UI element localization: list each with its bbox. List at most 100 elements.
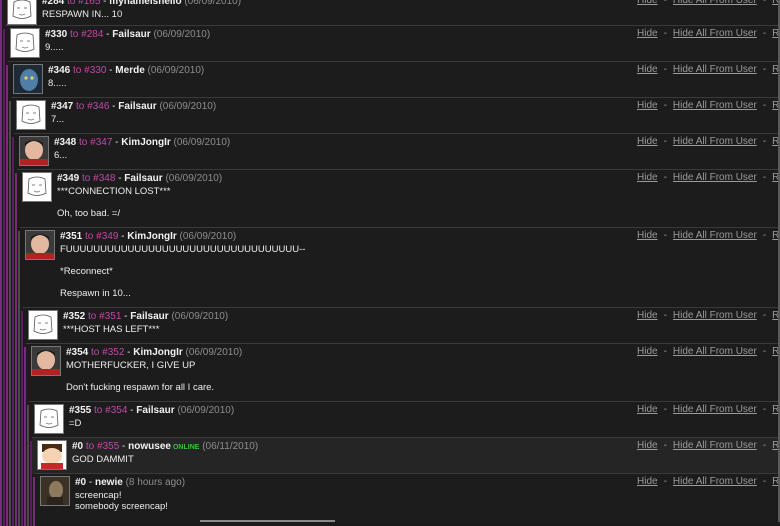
avatar[interactable]	[13, 64, 43, 94]
comment-number[interactable]: #348	[54, 137, 76, 148]
author-name[interactable]: Failsaur	[124, 173, 162, 184]
hide-all-from-user-link[interactable]: Hide All From User	[673, 0, 757, 6]
hide-all-from-user-link[interactable]: Hide All From User	[673, 100, 757, 111]
separator: -	[762, 0, 767, 6]
author-name[interactable]: KimJongIr	[127, 231, 176, 242]
hide-all-from-user-link[interactable]: Hide All From User	[673, 64, 757, 75]
hide-link[interactable]: Hide	[637, 0, 658, 6]
reply-to-link[interactable]: to #349	[82, 231, 118, 242]
separator: -	[663, 0, 667, 6]
hide-link[interactable]: Hide	[637, 28, 658, 39]
author-name[interactable]: KimJongIr	[133, 347, 182, 358]
comment-number[interactable]: #0	[72, 441, 83, 452]
avatar[interactable]	[22, 172, 52, 202]
avatar[interactable]	[19, 136, 49, 166]
hide-link[interactable]: Hide	[637, 172, 658, 183]
hide-all-from-user-link[interactable]: Hide All From User	[673, 476, 757, 487]
comment-row: #0 to #355 - nowusee ONLINE (06/11/2010) G…	[32, 437, 780, 474]
author-name[interactable]: Failsaur	[118, 101, 156, 112]
hide-all-from-user-link[interactable]: Hide All From User	[673, 28, 757, 39]
reply-to-link[interactable]: to #347	[76, 137, 112, 148]
comment-number[interactable]: #355	[69, 405, 91, 416]
hide-all-from-user-link[interactable]: Hide All From User	[673, 404, 757, 415]
avatar[interactable]	[37, 440, 67, 470]
author-name[interactable]: Failsaur	[130, 311, 168, 322]
comment-number[interactable]: #346	[48, 65, 70, 76]
avatar[interactable]	[10, 28, 40, 58]
comment-number[interactable]: #354	[66, 347, 88, 358]
separator: -	[762, 136, 767, 147]
avatar[interactable]	[7, 0, 37, 25]
hide-link[interactable]: Hide	[637, 100, 658, 111]
author-name[interactable]: Failsaur	[112, 29, 150, 40]
comment-date: (06/09/2010)	[159, 101, 217, 112]
hide-link[interactable]: Hide	[637, 404, 658, 415]
comment-number[interactable]: #349	[57, 173, 79, 184]
comment-text-line: ***HOST HAS LEFT***	[63, 324, 160, 335]
reply-to-link[interactable]: to #330	[70, 65, 106, 76]
reply-to-link[interactable]: to #348	[79, 173, 115, 184]
comment-number[interactable]: #347	[51, 101, 73, 112]
hide-link[interactable]: Hide	[637, 310, 658, 321]
hide-link[interactable]: Hide	[637, 230, 658, 241]
reply-to-link[interactable]: to #354	[91, 405, 127, 416]
comment-number[interactable]: #351	[60, 231, 82, 242]
reply-to-link[interactable]: to #352	[88, 347, 124, 358]
hide-link[interactable]: Hide	[637, 440, 658, 451]
separator: -	[663, 346, 667, 357]
hide-all-from-user-link[interactable]: Hide All From User	[673, 346, 757, 357]
comment-number[interactable]: #284	[42, 0, 64, 7]
comment-text-line: 9.....	[45, 42, 64, 53]
avatar[interactable]	[28, 310, 58, 340]
hide-link[interactable]: Hide	[637, 64, 658, 75]
comment-number[interactable]: #0	[75, 477, 86, 488]
reply-to-link[interactable]: to #355	[83, 441, 119, 452]
hide-link[interactable]: Hide	[637, 136, 658, 147]
thread-indent-stripe	[3, 29, 5, 526]
comment-actions: Hide - Hide All From User - R	[637, 346, 779, 357]
hide-all-from-user-link[interactable]: Hide All From User	[673, 230, 757, 241]
separator: -	[762, 346, 767, 357]
author-name[interactable]: Failsaur	[136, 405, 174, 416]
hide-link[interactable]: Hide	[637, 346, 658, 357]
avatar[interactable]	[25, 230, 55, 260]
author-name[interactable]: Merde	[115, 65, 144, 76]
hide-all-from-user-link[interactable]: Hide All From User	[673, 440, 757, 451]
comment-number[interactable]: #352	[63, 311, 85, 322]
hide-link[interactable]: Hide	[637, 476, 658, 487]
hide-all-from-user-link[interactable]: Hide All From User	[673, 172, 757, 183]
comment-actions: Hide - Hide All From User - R	[637, 100, 779, 111]
hide-all-from-user-link[interactable]: Hide All From User	[673, 136, 757, 147]
comment-date: (06/09/2010)	[171, 311, 229, 322]
reply-to-link[interactable]: to #165	[64, 0, 100, 7]
author-name[interactable]: newie	[95, 477, 123, 488]
reply-to-link[interactable]: to #284	[67, 29, 103, 40]
comment-text-line: ***CONNECTION LOST***	[57, 186, 171, 197]
author-name[interactable]: KimJongIr	[121, 137, 170, 148]
avatar[interactable]	[31, 346, 61, 376]
reply-to-link[interactable]: to #346	[73, 101, 109, 112]
comment-number[interactable]: #330	[45, 29, 67, 40]
comment-header: #346 to #330 - Merde (06/09/2010)	[48, 65, 205, 76]
comment-text-line: *Reconnect*	[60, 266, 113, 277]
comment-text-line: Don't fucking respawn for all I care.	[66, 382, 215, 393]
comment-body: 9.....	[45, 42, 63, 53]
separator: -	[663, 172, 667, 183]
comment-header: #0 - newie (8 hours ago)	[75, 477, 186, 488]
separator: -	[762, 100, 767, 111]
comment-actions: Hide - Hide All From User - R	[637, 64, 779, 75]
avatar[interactable]	[16, 100, 46, 130]
avatar[interactable]	[34, 404, 64, 434]
separator: -	[663, 404, 667, 415]
thread-indent-stripe	[12, 137, 14, 526]
reply-to-link[interactable]: to #351	[85, 311, 121, 322]
avatar[interactable]	[40, 476, 70, 506]
hide-all-from-user-link[interactable]: Hide All From User	[673, 310, 757, 321]
comment-date: (06/09/2010)	[153, 29, 211, 40]
author-name[interactable]: mynameishello	[109, 0, 181, 7]
author-name[interactable]: nowusee	[128, 441, 171, 452]
comment-text-line: =D	[69, 418, 82, 429]
